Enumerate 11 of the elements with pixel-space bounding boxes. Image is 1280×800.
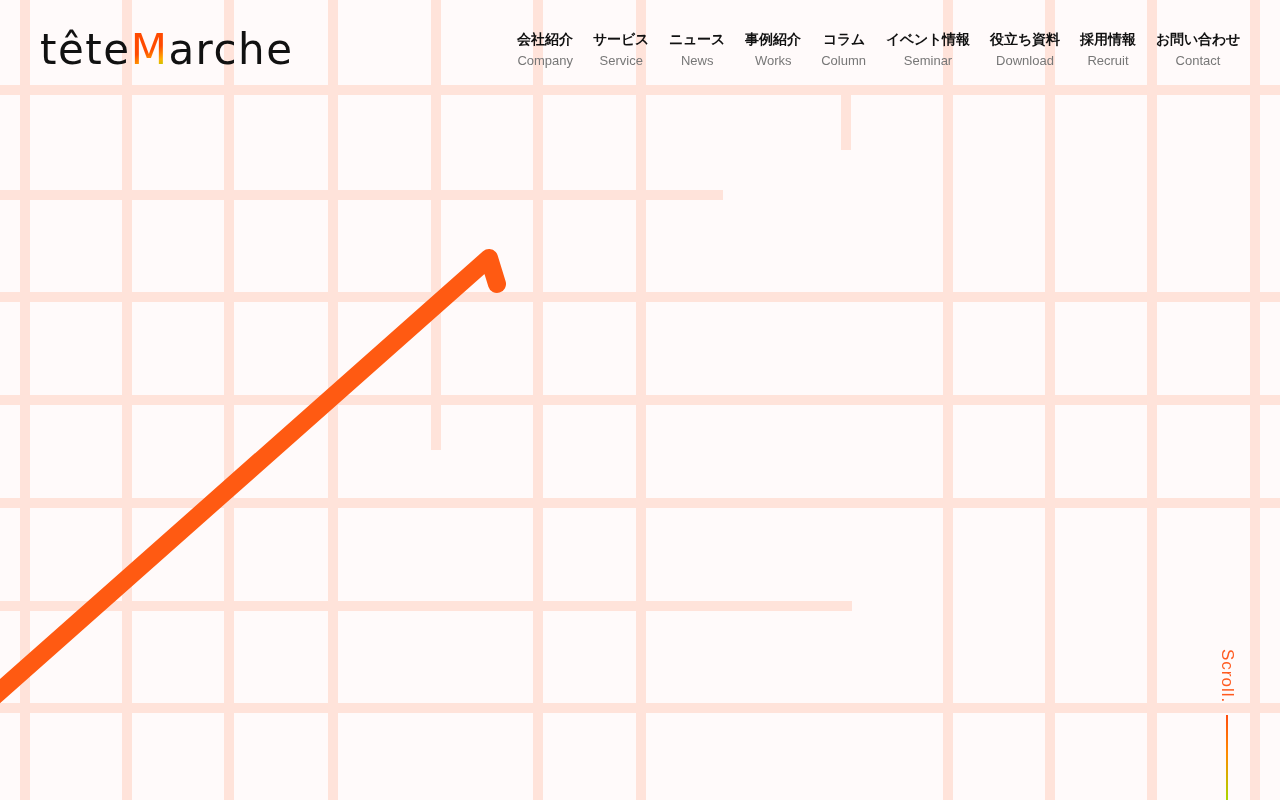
nav-link[interactable]: コラム Column [821, 29, 866, 70]
nav-link[interactable]: イベント情報 Seminar [886, 29, 970, 70]
nav-link[interactable]: 役立ち資料 Download [990, 29, 1060, 70]
scroll-label: Scroll. [1218, 648, 1236, 703]
nav-link[interactable]: サービス Service [593, 29, 650, 70]
nav-link[interactable]: 採用情報 Recruit [1080, 29, 1136, 70]
logo[interactable]: têteMarche [40, 26, 294, 74]
nav-link[interactable]: お問い合わせ Contact [1156, 29, 1240, 70]
nav-link[interactable]: 会社紹介 Company [517, 29, 574, 70]
nav-link[interactable]: 事例紹介 Works [745, 29, 802, 70]
nav-link[interactable]: ニュース News [669, 29, 726, 70]
